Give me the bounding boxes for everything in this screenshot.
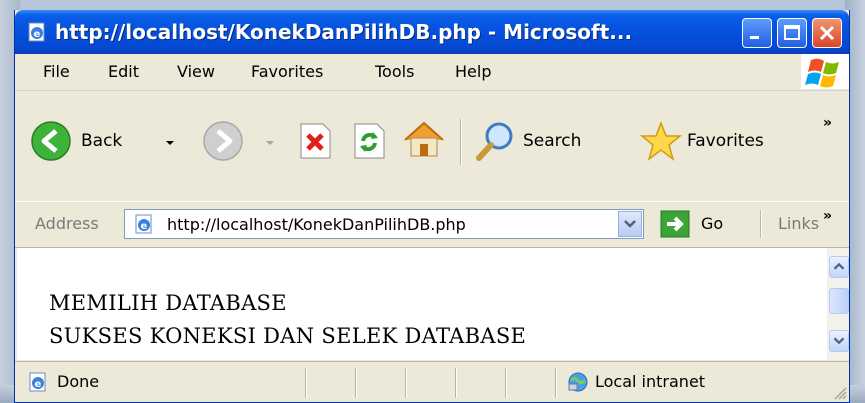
forward-arrow-icon xyxy=(203,121,243,161)
favorites-button[interactable]: Favorites xyxy=(639,117,799,167)
menu-view[interactable]: View xyxy=(177,62,215,82)
menu-file[interactable]: File xyxy=(43,62,70,82)
content-line: SUKSES KONEKSI DAN SELEK DATABASE xyxy=(49,324,527,348)
menu-bar: File Edit View Favorites Tools Help xyxy=(15,54,849,91)
go-arrow-icon xyxy=(660,210,690,238)
ie-page-icon: e xyxy=(29,372,46,392)
chevron-up-icon xyxy=(833,262,845,270)
go-label[interactable]: Go xyxy=(701,214,723,233)
address-input[interactable]: e http://localhost/KonekDanPilihDB.php xyxy=(124,209,644,239)
resize-grip-icon[interactable] xyxy=(833,386,847,400)
chevron-down-icon xyxy=(624,220,636,228)
menu-help[interactable]: Help xyxy=(455,62,491,82)
search-button[interactable]: Search xyxy=(473,117,633,167)
windows-logo-icon xyxy=(801,54,849,89)
address-url: http://localhost/KonekDanPilihDB.php xyxy=(167,215,466,234)
close-button[interactable] xyxy=(812,18,842,48)
minimize-icon xyxy=(750,36,759,39)
address-bar: Address e http://localhost/KonekDanPilih… xyxy=(15,201,849,248)
menu-favorites[interactable]: Favorites xyxy=(251,62,323,82)
svg-text:e: e xyxy=(35,379,42,390)
favorites-star-icon xyxy=(639,120,683,161)
home-icon[interactable] xyxy=(401,118,447,160)
status-divider xyxy=(305,368,307,398)
status-divider xyxy=(405,368,407,398)
forward-dropdown-icon[interactable] xyxy=(265,138,275,148)
status-divider xyxy=(455,368,457,398)
forward-button[interactable] xyxy=(201,117,281,167)
standard-toolbar: Back Search Favorites » xyxy=(15,91,849,201)
toolbar-separator xyxy=(460,119,462,165)
links-label[interactable]: Links xyxy=(778,214,819,233)
go-button[interactable] xyxy=(659,208,739,240)
back-arrow-icon xyxy=(31,121,71,161)
search-icon xyxy=(476,122,513,161)
status-divider xyxy=(505,368,507,398)
toolbar-overflow-chevron-icon[interactable]: » xyxy=(823,115,832,131)
menu-edit[interactable]: Edit xyxy=(108,62,139,82)
vertical-scrollbar[interactable] xyxy=(827,248,849,360)
address-label: Address xyxy=(35,214,99,233)
svg-text:e: e xyxy=(34,29,41,40)
back-label: Back xyxy=(81,131,123,151)
back-button[interactable]: Back xyxy=(29,117,195,167)
maximize-button[interactable] xyxy=(777,18,807,48)
menu-tools[interactable]: Tools xyxy=(375,62,414,82)
ie-page-icon: e xyxy=(135,214,152,234)
scroll-up-button[interactable] xyxy=(829,256,849,278)
links-overflow-chevron-icon[interactable]: » xyxy=(823,208,832,224)
status-bar: e Done Local intranet xyxy=(15,361,849,402)
local-intranet-icon xyxy=(568,372,588,392)
maximize-icon xyxy=(784,25,800,40)
refresh-icon[interactable] xyxy=(349,121,389,161)
address-dropdown-button[interactable] xyxy=(618,211,642,237)
stop-icon[interactable] xyxy=(295,121,335,161)
status-text: Done xyxy=(57,372,100,391)
status-divider xyxy=(555,368,557,398)
favorites-label: Favorites xyxy=(687,131,764,151)
minimize-button[interactable] xyxy=(742,18,772,48)
svg-text:e: e xyxy=(141,221,148,232)
scroll-thumb[interactable] xyxy=(829,288,849,314)
content-line: MEMILIH DATABASE xyxy=(49,291,287,315)
status-divider xyxy=(355,368,357,398)
browser-window: e http://localhost/KonekDanPilihDB.php -… xyxy=(14,10,850,403)
chevron-down-icon xyxy=(833,337,845,345)
address-separator xyxy=(760,210,762,238)
title-bar[interactable]: e http://localhost/KonekDanPilihDB.php -… xyxy=(15,10,849,54)
security-zone-text: Local intranet xyxy=(595,372,706,391)
back-dropdown-icon[interactable] xyxy=(165,138,175,148)
close-icon xyxy=(819,25,835,41)
scroll-down-button[interactable] xyxy=(829,330,849,352)
search-label: Search xyxy=(523,131,582,151)
ie-page-icon: e xyxy=(28,22,45,42)
page-content: MEMILIH DATABASE SUKSES KONEKSI DAN SELE… xyxy=(17,248,827,360)
window-title: http://localhost/KonekDanPilihDB.php - M… xyxy=(55,20,633,44)
